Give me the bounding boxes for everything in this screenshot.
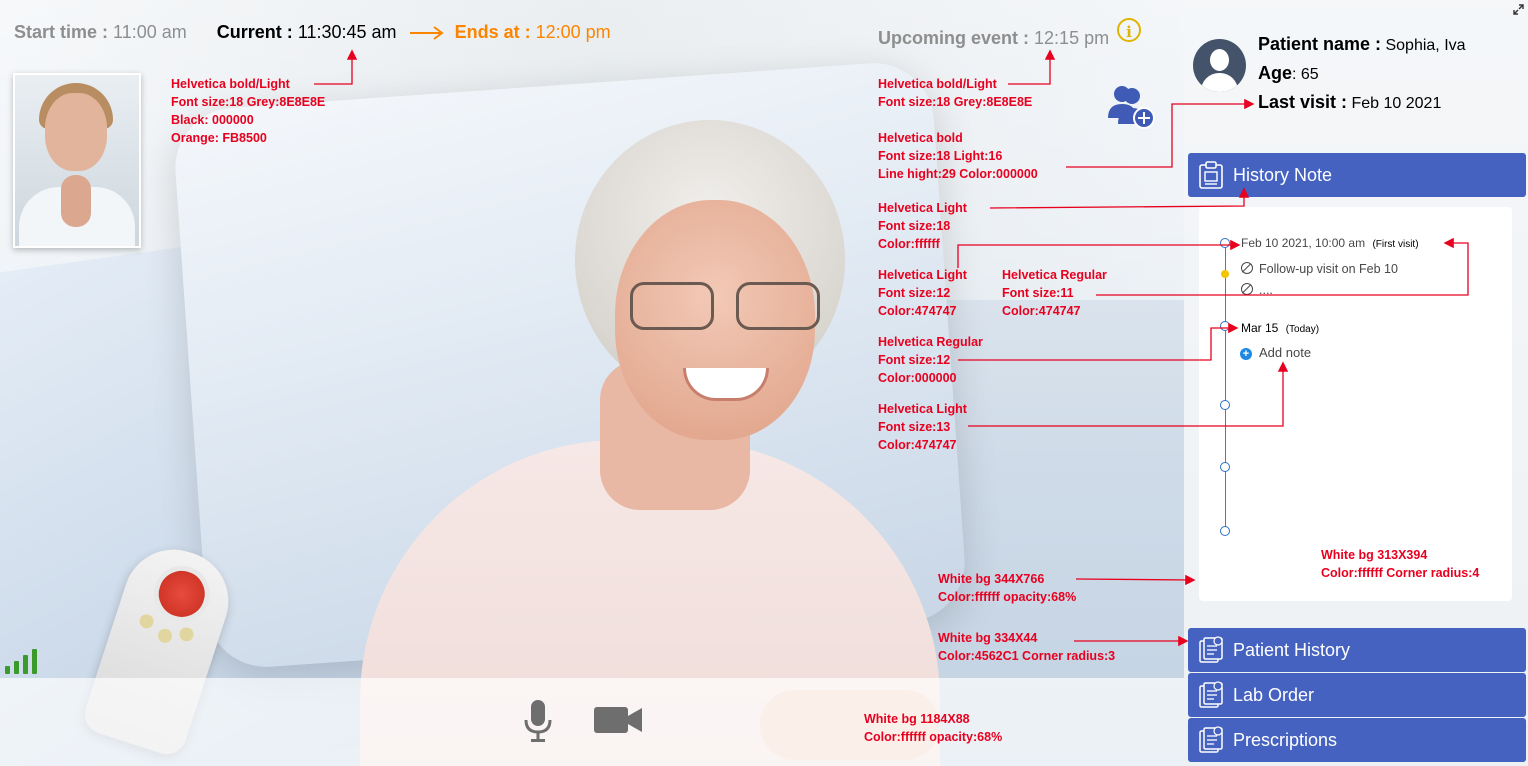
patient-history-button[interactable]: Patient History xyxy=(1188,628,1526,672)
timeline-note-item[interactable]: Follow-up visit on Feb 10 xyxy=(1241,262,1398,276)
annotation-panel-bg: White bg 344X766 Color:ffffff opacity:68% xyxy=(938,572,1077,604)
history-note-label: History Note xyxy=(1233,164,1333,185)
call-controls-bar xyxy=(0,678,1184,766)
timeline-node xyxy=(1220,400,1230,410)
patient-name-label: Patient name : xyxy=(1258,34,1382,54)
note-more-text: .... xyxy=(1259,283,1273,297)
last-visit-label: Last visit : xyxy=(1258,92,1348,112)
first-visit-date: Feb 10 2021, 10:00 am xyxy=(1241,236,1366,250)
timeline-node xyxy=(1220,526,1230,536)
prescriptions-label: Prescriptions xyxy=(1233,729,1338,750)
info-icon[interactable]: i xyxy=(1117,18,1141,42)
microphone-icon[interactable] xyxy=(524,700,552,742)
annotation-card-bg: White bg 313X394 Color:ffffff Corner radi… xyxy=(1321,548,1480,580)
avatar-icon xyxy=(1193,39,1246,92)
today-date: Mar 15 xyxy=(1241,321,1279,335)
current-time-label: Current : xyxy=(216,22,293,42)
annotation-topbar-fonts: Helvetica bold/Light Font size:18 Grey:8E… xyxy=(171,77,326,145)
timeline-node xyxy=(1220,238,1230,248)
timeline-entry-date: Mar 15 (Today) xyxy=(1241,321,1319,335)
timeline-line xyxy=(1225,243,1226,531)
doctor-self-view[interactable] xyxy=(13,73,141,248)
lab-order-label: Lab Order xyxy=(1233,684,1315,705)
add-user-icon[interactable] xyxy=(1108,84,1156,130)
patient-name-row: Patient name : Sophia, Iva xyxy=(1258,34,1466,55)
start-time-label: Start time : xyxy=(14,22,109,42)
current-time-value: 11:30:45 am xyxy=(297,22,397,42)
annotation-note-fonts: Helvetica Regular Font size:11 Color:47474… xyxy=(1002,268,1107,318)
plus-circle-icon: + xyxy=(1240,348,1252,360)
arrow-right-icon xyxy=(409,26,444,41)
annotation-patient-info-fonts: Helvetica bold Font size:18 Light:16 Line … xyxy=(878,131,1038,181)
patient-age-label: Age xyxy=(1258,63,1293,83)
annotation-date-fonts: Helvetica Light Font size:12 Color:474747 xyxy=(878,268,967,318)
today-tag: (Today) xyxy=(1285,324,1320,335)
document-icon xyxy=(1199,726,1223,753)
last-visit-value: Feb 10 2021 xyxy=(1351,95,1442,112)
clipboard-icon xyxy=(1199,161,1223,189)
document-icon xyxy=(1199,681,1223,708)
patient-history-label: Patient History xyxy=(1233,639,1351,660)
annotation-today-fonts: Helvetica Regular Font size:12 Color:00000… xyxy=(878,335,983,385)
annotation-button-fonts: Helvetica Light Font size:18 Color:ffffff xyxy=(878,201,967,251)
signal-strength-icon xyxy=(5,648,41,674)
patient-age-value: : 65 xyxy=(1292,66,1319,83)
history-note-button[interactable]: History Note xyxy=(1188,153,1526,197)
timeline-note-more[interactable]: .... xyxy=(1241,283,1273,297)
annotation-add-note-fonts: Helvetica Light Font size:13 Color:474747 xyxy=(878,402,967,452)
annotation-bottombar-bg: White bg 1184X88 Color:ffffff opacity:68% xyxy=(864,712,1003,744)
timeline-node-current xyxy=(1221,270,1229,278)
first-visit-tag: (First visit) xyxy=(1372,239,1419,250)
upcoming-event: Upcoming event : 12:15 pm xyxy=(878,28,1109,49)
add-note-button[interactable]: + Add note xyxy=(1240,345,1311,360)
timeline-node xyxy=(1220,462,1230,472)
ends-at-value: 12:00 pm xyxy=(535,22,611,42)
start-time-value: 11:00 am xyxy=(113,22,187,42)
lab-order-button[interactable]: Lab Order xyxy=(1188,673,1526,717)
timeline-entry-date: Feb 10 2021, 10:00 am (First visit) xyxy=(1241,236,1419,250)
ends-at-label: Ends at : xyxy=(454,22,531,42)
timeline-node xyxy=(1220,321,1230,331)
ban-icon xyxy=(1241,262,1253,274)
upcoming-event-value: 12:15 pm xyxy=(1034,28,1110,48)
patient-age-row: Age: 65 xyxy=(1258,63,1319,84)
annotation-button-bg: White bg 334X44 Color:4562C1 Corner radiu… xyxy=(938,631,1116,663)
patient-name-value: Sophia, Iva xyxy=(1385,37,1466,54)
session-time-bar: Start time : 11:00 am Current : 11:30:45… xyxy=(14,22,611,43)
video-camera-icon[interactable] xyxy=(594,705,642,735)
prescriptions-button[interactable]: Prescriptions xyxy=(1188,718,1526,762)
note-text: Follow-up visit on Feb 10 xyxy=(1259,262,1398,276)
document-icon xyxy=(1199,636,1223,663)
patient-glasses xyxy=(630,282,820,330)
add-note-label: Add note xyxy=(1259,345,1312,360)
upcoming-event-label: Upcoming event : xyxy=(878,28,1030,48)
patient-last-visit-row: Last visit : Feb 10 2021 xyxy=(1258,92,1441,113)
annotation-upcoming-fonts: Helvetica bold/Light Font size:18 Grey:8E… xyxy=(878,77,1033,109)
ban-icon xyxy=(1241,283,1253,295)
expand-icon[interactable] xyxy=(1513,4,1524,15)
